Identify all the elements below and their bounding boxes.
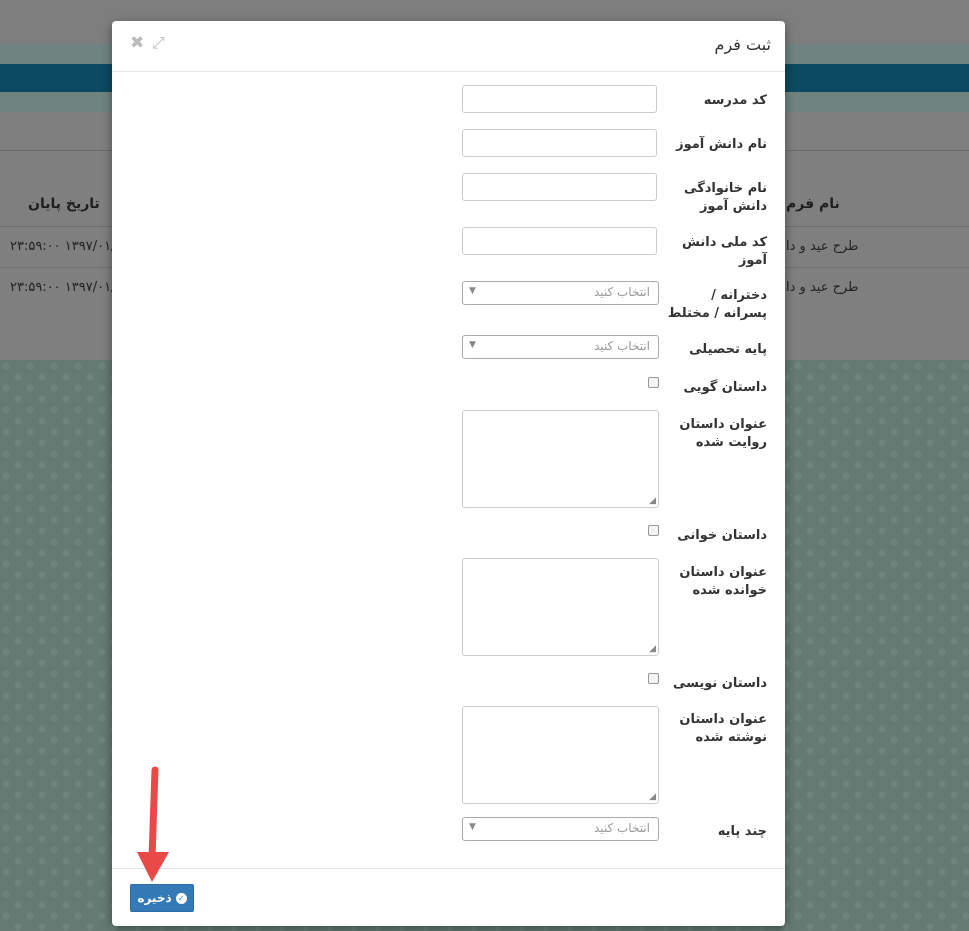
national-code-label: کد ملی دانش آموز — [681, 235, 767, 268]
read-story-title-textarea[interactable]: ◢ — [462, 558, 659, 656]
written-story-title-label: عنوان داستان نوشته شده — [679, 712, 767, 745]
told-story-title-textarea[interactable]: ◢ — [462, 410, 659, 508]
annotation-arrow-icon — [137, 766, 169, 882]
chevron-down-icon: ▼ — [469, 822, 476, 832]
expand-icon[interactable]: ⤢ — [152, 33, 165, 53]
multi-grade-select[interactable]: انتخاب کنید ▼ — [462, 817, 659, 841]
multi-grade-label: چند پایه — [717, 824, 767, 839]
story-reading-label: داستان خوانی — [677, 528, 767, 543]
end-date-cell: ۲۳:۵۹:۰۰ ۱۳۹۷/۰۱/۲ — [10, 280, 123, 295]
chevron-down-icon: ▼ — [469, 286, 476, 296]
school-code-label: کد مدرسه — [703, 93, 767, 108]
student-family-input[interactable] — [462, 173, 657, 201]
form-name-cell: طرح عید و دا — [786, 239, 859, 254]
modal-footer: ✓ ذخیره — [112, 868, 785, 926]
storytelling-label: داستان گویی — [683, 380, 767, 395]
storytelling-checkbox[interactable] — [648, 377, 659, 388]
national-code-input[interactable] — [462, 227, 657, 255]
student-family-label: نام خانوادگی دانش آموز — [684, 181, 767, 214]
form-modal: ثبت فرم ✖ ⤢ کد مدرسه نام دانش آموز نام خ… — [112, 21, 785, 926]
gender-placeholder: انتخاب کنید — [593, 285, 650, 299]
story-reading-checkbox[interactable] — [648, 525, 659, 536]
close-icon[interactable]: ✖ — [130, 33, 144, 53]
read-story-title-label: عنوان داستان خوانده شده — [679, 565, 767, 598]
gender-select[interactable]: انتخاب کنید ▼ — [462, 281, 659, 305]
school-code-input[interactable] — [462, 85, 657, 113]
check-circle-icon: ✓ — [175, 892, 187, 904]
save-button-label: ذخیره — [137, 891, 172, 905]
modal-header: ثبت فرم ✖ ⤢ — [112, 21, 785, 72]
grade-placeholder: انتخاب کنید — [593, 339, 650, 353]
chevron-down-icon: ▼ — [469, 340, 476, 350]
end-date-cell: ۲۳:۵۹:۰۰ ۱۳۹۷/۰۱/۲ — [10, 239, 123, 254]
save-button[interactable]: ✓ ذخیره — [130, 884, 194, 912]
grade-label: پایه تحصیلی — [689, 342, 767, 357]
story-writing-label: داستان نویسی — [672, 676, 767, 691]
told-story-title-label: عنوان داستان روایت شده — [679, 417, 767, 450]
column-header-end-date: تاریخ پایان — [28, 196, 100, 212]
modal-title: ثبت فرم — [714, 35, 771, 54]
form-name-cell: طرح عید و دا — [786, 280, 859, 295]
written-story-title-textarea[interactable]: ◢ — [462, 706, 659, 804]
resize-grip-icon[interactable]: ◢ — [649, 645, 656, 654]
multi-grade-placeholder: انتخاب کنید — [593, 821, 650, 835]
student-name-input[interactable] — [462, 129, 657, 157]
resize-grip-icon[interactable]: ◢ — [649, 497, 656, 506]
column-header-form-name: نام فرم — [786, 196, 840, 212]
grade-select[interactable]: انتخاب کنید ▼ — [462, 335, 659, 359]
gender-label: دخترانه / پسرانه / مختلط — [667, 288, 767, 321]
student-name-label: نام دانش آموز — [676, 137, 767, 152]
resize-grip-icon[interactable]: ◢ — [649, 793, 656, 802]
story-writing-checkbox[interactable] — [648, 673, 659, 684]
